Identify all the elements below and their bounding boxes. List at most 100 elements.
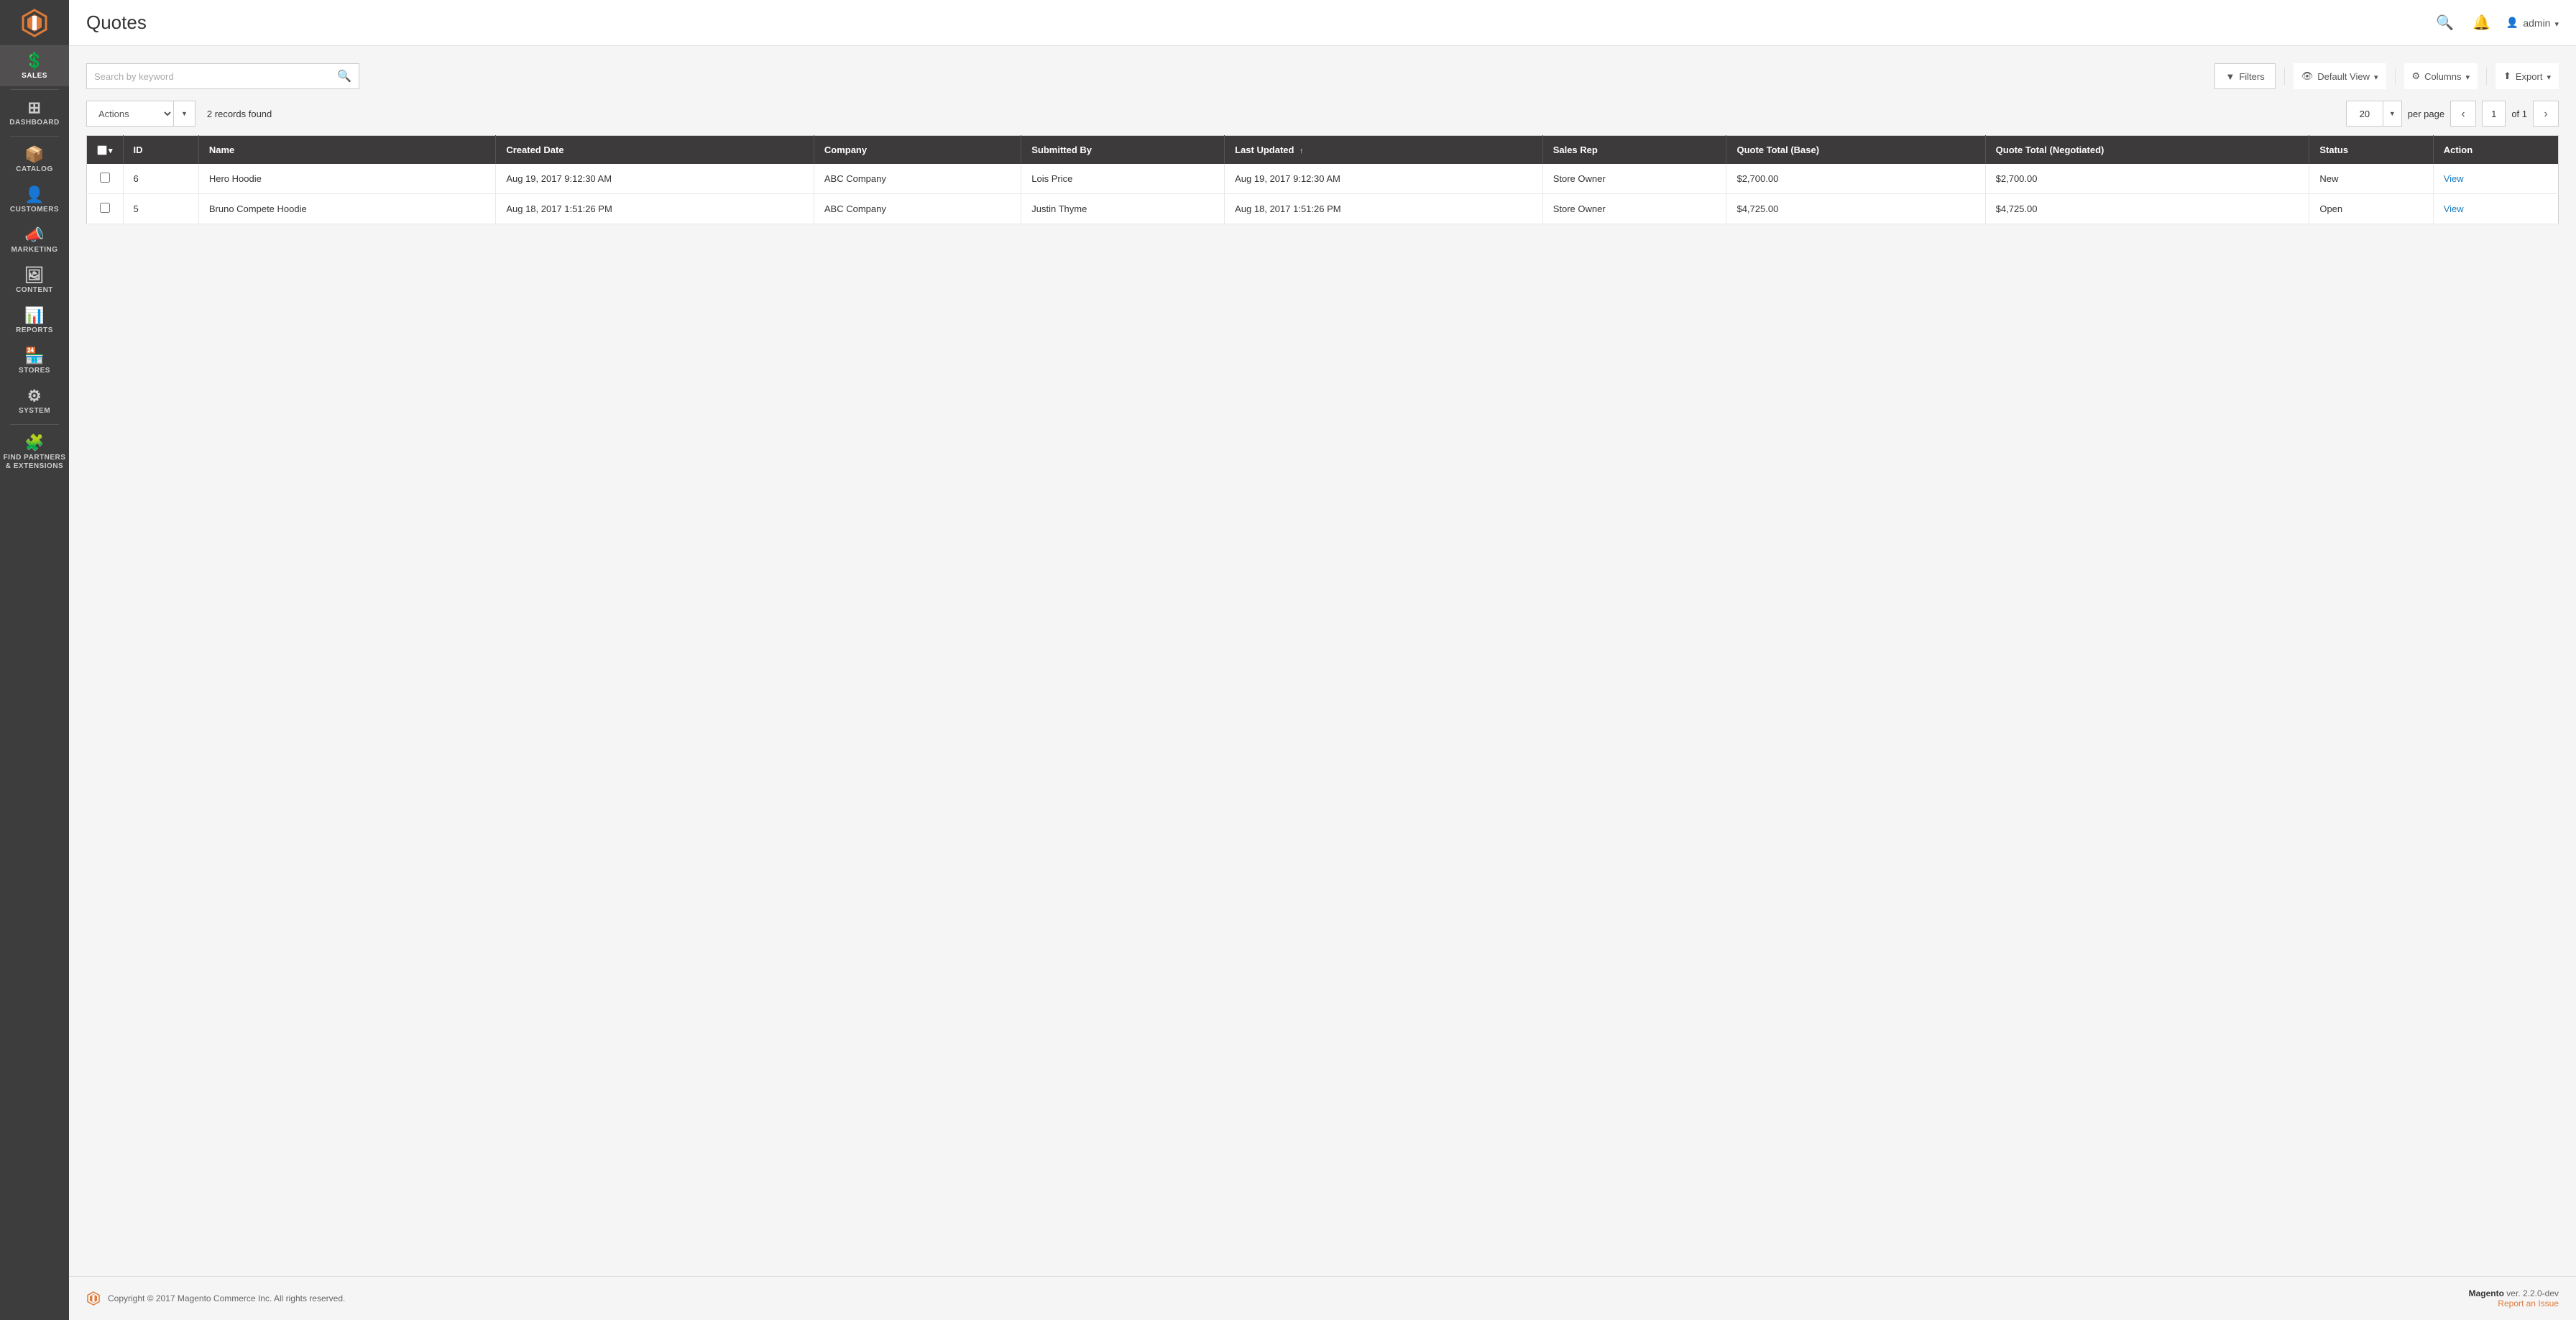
cell-last-updated: Aug 18, 2017 1:51:26 PM [1225, 194, 1543, 224]
cell-sales-rep: Store Owner [1542, 194, 1726, 224]
next-page-button[interactable] [2533, 101, 2559, 127]
row-checkbox-1[interactable] [100, 203, 110, 213]
sidebar-label-reports: REPORTS [16, 326, 53, 335]
cell-submitted-by: Lois Price [1021, 164, 1225, 194]
report-issue-link[interactable]: Report an Issue [2498, 1298, 2559, 1308]
footer-version-label: Magento [2469, 1288, 2504, 1298]
prev-page-button[interactable] [2450, 101, 2476, 127]
page-of-total: of 1 [2511, 109, 2527, 119]
table-row: 6 Hero Hoodie Aug 19, 2017 9:12:30 AM AB… [87, 164, 2559, 194]
search-submit-button[interactable]: 🔍 [337, 69, 351, 83]
footer-version-text: Magento ver. 2.2.0-dev [2469, 1288, 2559, 1298]
search-input[interactable] [94, 71, 337, 82]
footer-left: Copyright © 2017 Magento Commerce Inc. A… [86, 1291, 345, 1306]
export-button[interactable]: ⬆ Export [2496, 63, 2559, 89]
sidebar-item-stores[interactable]: 🏪 STORES [0, 341, 69, 381]
row-checkbox-0[interactable] [100, 173, 110, 183]
cell-company: ABC Company [814, 164, 1021, 194]
view-link-1[interactable]: View [2444, 203, 2464, 214]
actions-dropdown-chevron-icon[interactable] [173, 101, 195, 126]
th-action: Action [2433, 136, 2558, 165]
cell-submitted-by: Justin Thyme [1021, 194, 1225, 224]
reports-icon: 📊 [24, 308, 45, 324]
sidebar-item-catalog[interactable]: 📦 CATALOG [0, 139, 69, 180]
sidebar-item-dashboard[interactable]: ⊞ DASHBOARD [0, 93, 69, 133]
view-link-0[interactable]: View [2444, 173, 2464, 184]
cell-id: 5 [123, 194, 198, 224]
table-body: 6 Hero Hoodie Aug 19, 2017 9:12:30 AM AB… [87, 164, 2559, 224]
cell-action: View [2433, 194, 2558, 224]
cell-quote-total-base: $2,700.00 [1726, 164, 1985, 194]
pagination: per page 1 of 1 [2346, 101, 2559, 127]
view-label: Default View [2317, 71, 2370, 82]
customers-icon: 👤 [24, 187, 45, 203]
per-page-select [2346, 101, 2402, 127]
notifications-button[interactable]: 🔔 [2470, 11, 2493, 35]
select-all-checkbox[interactable] [97, 145, 107, 155]
eye-icon: 👁 [2301, 70, 2314, 82]
admin-label: admin [2523, 17, 2550, 29]
sidebar-label-sales: SALES [22, 72, 47, 81]
actions-select[interactable]: Actions [87, 101, 173, 126]
filter-icon: ▼ [2225, 71, 2235, 82]
th-quote-total-base: Quote Total (Base) [1726, 136, 1985, 165]
cell-last-updated: Aug 19, 2017 9:12:30 AM [1225, 164, 1543, 194]
row-checkbox-cell [87, 194, 124, 224]
sidebar-item-sales[interactable]: 💲 SALES [0, 46, 69, 86]
system-icon: ⚙ [27, 388, 42, 404]
th-last-updated[interactable]: Last Updated ↑ [1225, 136, 1543, 165]
actions-left: Actions 2 records found [86, 101, 272, 127]
admin-chevron-icon [2554, 17, 2559, 29]
default-view-button[interactable]: 👁 Default View [2294, 63, 2386, 89]
select-all-chevron-icon[interactable] [109, 145, 113, 155]
admin-menu-button[interactable]: 👤 admin [2506, 17, 2559, 29]
cell-status: New [2309, 164, 2433, 194]
sidebar-item-customers[interactable]: 👤 CUSTOMERS [0, 180, 69, 220]
view-chevron-icon [2374, 71, 2378, 82]
cell-status: Open [2309, 194, 2433, 224]
columns-button[interactable]: ⚙ Columns [2404, 63, 2478, 89]
sidebar-item-find-partners[interactable]: 🧩 FIND PARTNERS & EXTENSIONS [0, 428, 69, 477]
sidebar-label-stores: STORES [19, 367, 50, 375]
checkbox-header [97, 145, 113, 155]
sidebar-label-marketing: MARKETING [11, 246, 58, 255]
sales-icon: 💲 [24, 53, 45, 69]
sidebar-logo [0, 0, 69, 46]
table-header: ID Name Created Date Company Submitted B… [87, 136, 2559, 165]
cell-quote-total-base: $4,725.00 [1726, 194, 1985, 224]
th-status: Status [2309, 136, 2433, 165]
user-icon: 👤 [2506, 17, 2518, 29]
sidebar-label-content: CONTENT [16, 286, 53, 295]
find-partners-icon: 🧩 [24, 435, 45, 451]
sidebar-label-catalog: CATALOG [16, 165, 52, 174]
cell-quote-total-negotiated: $4,725.00 [1985, 194, 2309, 224]
catalog-icon: 📦 [24, 147, 45, 162]
search-box: 🔍 [86, 63, 359, 89]
top-toolbar: 🔍 ▼ Filters 👁 Default View ⚙ Columns [86, 63, 2559, 89]
export-icon: ⬆ [2503, 70, 2511, 82]
th-submitted-by: Submitted By [1021, 136, 1225, 165]
chevron-right-icon [2544, 108, 2547, 120]
sidebar-item-content[interactable]: 🖼 CONTENT [0, 260, 69, 301]
sidebar-divider-2 [10, 136, 58, 137]
sidebar-item-marketing[interactable]: 📣 MARKETING [0, 220, 69, 260]
cell-sales-rep: Store Owner [1542, 164, 1726, 194]
chevron-left-icon [2461, 108, 2465, 120]
per-page-chevron-icon[interactable] [2383, 101, 2401, 126]
per-page-input[interactable] [2347, 101, 2383, 126]
per-page-label: per page [2408, 109, 2444, 119]
stores-icon: 🏪 [24, 348, 45, 364]
sidebar-item-reports[interactable]: 📊 REPORTS [0, 301, 69, 341]
sidebar-label-system: SYSTEM [19, 407, 50, 416]
actions-dropdown: Actions [86, 101, 196, 127]
filters-button[interactable]: ▼ Filters [2214, 63, 2275, 89]
sidebar-label-find-partners: FIND PARTNERS & EXTENSIONS [3, 454, 66, 471]
quotes-table: ID Name Created Date Company Submitted B… [86, 135, 2559, 224]
global-search-button[interactable]: 🔍 [2433, 11, 2457, 35]
export-label: Export [2516, 71, 2543, 82]
sidebar-item-system[interactable]: ⚙ SYSTEM [0, 381, 69, 421]
export-chevron-icon [2547, 71, 2551, 82]
toolbar-separator-1 [2284, 68, 2285, 85]
footer-right: Magento ver. 2.2.0-dev Report an Issue [2469, 1288, 2559, 1308]
records-found: 2 records found [207, 109, 272, 119]
